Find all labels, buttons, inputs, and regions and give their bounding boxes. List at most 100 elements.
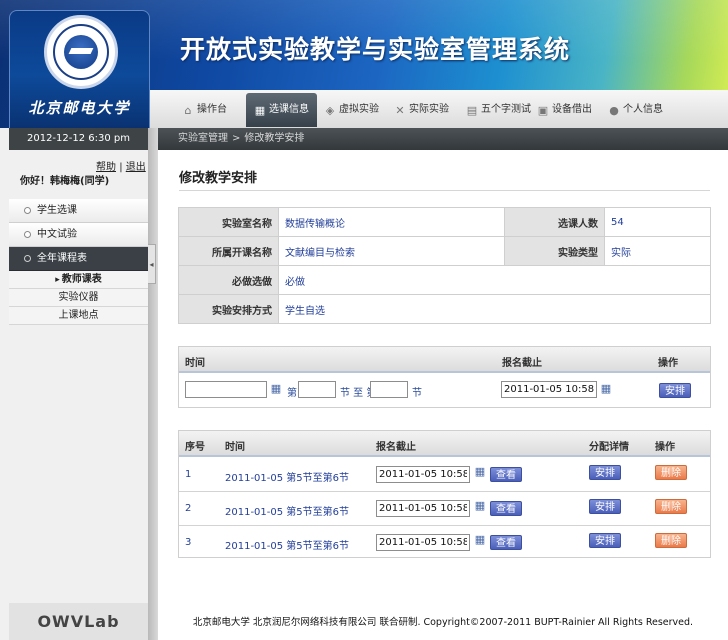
mode-label: 实验安排方式 (178, 294, 279, 324)
sidebar-item-course-selection[interactable]: 学生选课 (9, 199, 148, 223)
logo-name: 北京邮电大学 (28, 99, 131, 117)
table-row: 3 2011-01-05 第5节至第6节 ▦ 查看 安排 删除 (179, 526, 710, 560)
calendar-icon[interactable]: ▦ (270, 383, 282, 395)
arrange-button[interactable]: 安排 (589, 533, 621, 548)
nav-item-five-char-test[interactable]: ▤ 五个字测试 (460, 95, 537, 125)
sidebar-links: 帮助 | 退出 (96, 158, 146, 173)
col-time: 时间 (185, 358, 205, 369)
nav-label: 实际实验 (409, 104, 449, 115)
date-input[interactable] (185, 381, 267, 398)
nav-item-profile[interactable]: ● 个人信息 (602, 95, 669, 125)
breadcrumb-current: 修改教学安排 (244, 133, 305, 144)
bullet-icon (24, 255, 31, 262)
row-deadline-input[interactable] (376, 466, 470, 483)
row-time: 2011-01-05 第5节至第6节 (225, 541, 350, 552)
sidebar-item-label: 中文试验 (37, 229, 77, 240)
required-value: 必做 (278, 265, 711, 295)
schedule-form: 时间 报名截止 操作 ▦ 第 节 至 第 节 ▦ 安排 (178, 346, 711, 408)
nav-label: 五个字测试 (481, 104, 531, 115)
view-button[interactable]: 查看 (490, 535, 522, 550)
row-no: 3 (185, 537, 192, 548)
lab-info-table: 实验室名称 数据传输概论 选课人数 54 所属开课名称 文献编目与检索 实验类型… (178, 207, 711, 324)
seal-wing (68, 48, 94, 54)
bullet-icon (24, 231, 31, 238)
calendar-icon: ▣ (537, 104, 549, 117)
row-no: 1 (185, 469, 192, 480)
row-time: 2011-01-05 第5节至第6节 (225, 507, 350, 518)
nav-item-dashboard[interactable]: ⌂ 操作台 (176, 95, 233, 125)
info-row: 实验室名称 数据传输概论 选课人数 54 (178, 207, 711, 237)
arrange-button[interactable]: 安排 (589, 499, 621, 514)
nav-label: 设备借出 (552, 104, 592, 115)
lab-name-value: 数据传输概论 (278, 207, 505, 237)
view-button[interactable]: 查看 (490, 467, 522, 482)
cube-icon: ◈ (325, 104, 335, 117)
view-button[interactable]: 查看 (490, 501, 522, 516)
current-datetime: 2012-12-12 6:30 pm (9, 128, 148, 150)
title-divider (179, 190, 710, 191)
logo-block[interactable]: 北京邮电大学 (9, 10, 150, 128)
sidebar-subitem-teacher-schedule[interactable]: 教师课表 (9, 271, 148, 289)
enrolled-label: 选课人数 (504, 207, 605, 237)
document-icon: ▤ (466, 104, 478, 117)
nav-item-course-info[interactable]: ▦ 选课信息 (246, 93, 317, 127)
table-row: 1 2011-01-05 第5节至第6节 ▦ 查看 安排 删除 (179, 458, 710, 492)
col-deadline: 报名截止 (502, 358, 542, 369)
row-deadline-input[interactable] (376, 534, 470, 551)
deadline-input[interactable] (501, 381, 597, 398)
delete-button[interactable]: 删除 (655, 533, 687, 548)
nav-item-equipment-loan[interactable]: ▣ 设备借出 (531, 95, 598, 125)
site-title: 开放式实验教学与实验室管理系统 (180, 35, 571, 64)
arrange-button[interactable]: 安排 (589, 465, 621, 480)
calendar-icon[interactable]: ▦ (474, 534, 486, 546)
person-icon: ● (609, 104, 619, 117)
app-header: 北京邮电大学 开放式实验教学与实验室管理系统 ⌂ 操作台 ▦ 选课信息 ◈ 虚拟实验 … (0, 0, 728, 128)
breadcrumb-root[interactable]: 实验室管理 (178, 133, 228, 144)
type-value: 实际 (604, 236, 711, 266)
delete-button[interactable]: 删除 (655, 465, 687, 480)
col-detail: 分配详情 (589, 442, 629, 453)
university-seal-icon (44, 15, 118, 89)
ordinal-label: 第 (287, 388, 297, 399)
table-row: 2 2011-01-05 第5节至第6节 ▦ 查看 安排 删除 (179, 492, 710, 526)
tools-icon: ✕ (395, 104, 405, 117)
nav-item-virtual-lab[interactable]: ◈ 虚拟实验 (318, 95, 385, 125)
info-row: 实验安排方式 学生自选 (178, 294, 711, 324)
calendar-icon[interactable]: ▦ (474, 500, 486, 512)
sidebar-subitem-lab-equipment[interactable]: 实验仪器 (9, 289, 148, 307)
copyright-footer: 北京邮电大学 北京润尼尔网络科技有限公司 联合研制. Copyright©200… (192, 617, 694, 628)
breadcrumb-separator: > (232, 133, 241, 144)
row-time: 2011-01-05 第5节至第6节 (225, 473, 350, 484)
calendar-icon[interactable]: ▦ (600, 383, 612, 395)
col-action: 操作 (655, 442, 675, 453)
home-icon: ⌂ (184, 104, 192, 117)
arrange-button[interactable]: 安排 (659, 383, 691, 398)
row-deadline-input[interactable] (376, 500, 470, 517)
owvlab-logo: OWVLab (9, 603, 148, 640)
delete-button[interactable]: 删除 (655, 499, 687, 514)
page-title: 修改教学安排 (179, 171, 258, 186)
sidebar-item-annual-schedule[interactable]: 全年课程表 (9, 247, 148, 271)
end-section-input[interactable] (370, 381, 408, 398)
lab-name-label: 实验室名称 (178, 207, 279, 237)
breadcrumb: 实验室管理 > 修改教学安排 (158, 128, 728, 150)
type-label: 实验类型 (504, 236, 605, 266)
calendar-icon[interactable]: ▦ (474, 466, 486, 478)
col-no: 序号 (185, 442, 205, 453)
sidebar-menu: 学生选课 中文试验 全年课程表 教师课表 实验仪器 上课地点 (9, 199, 148, 325)
sidebar: 2012-12-12 6:30 pm 帮助 | 退出 你好！韩梅梅(同学) 学生… (0, 128, 158, 640)
sidebar-item-chinese-test[interactable]: 中文试验 (9, 223, 148, 247)
logout-link[interactable]: 退出 (126, 162, 146, 173)
course-label: 所属开课名称 (178, 236, 279, 266)
row-no: 2 (185, 503, 192, 514)
enrolled-value: 54 (604, 207, 711, 237)
col-action: 操作 (658, 358, 678, 369)
section-label: 节 (412, 388, 422, 399)
sidebar-item-label: 全年课程表 (37, 253, 87, 264)
nav-label: 选课信息 (269, 104, 309, 115)
link-separator: | (119, 162, 123, 173)
nav-item-real-lab[interactable]: ✕ 实际实验 (388, 95, 455, 125)
start-section-input[interactable] (298, 381, 336, 398)
sidebar-collapse-handle[interactable]: ◂ (148, 244, 156, 284)
sidebar-subitem-class-location[interactable]: 上课地点 (9, 307, 148, 325)
